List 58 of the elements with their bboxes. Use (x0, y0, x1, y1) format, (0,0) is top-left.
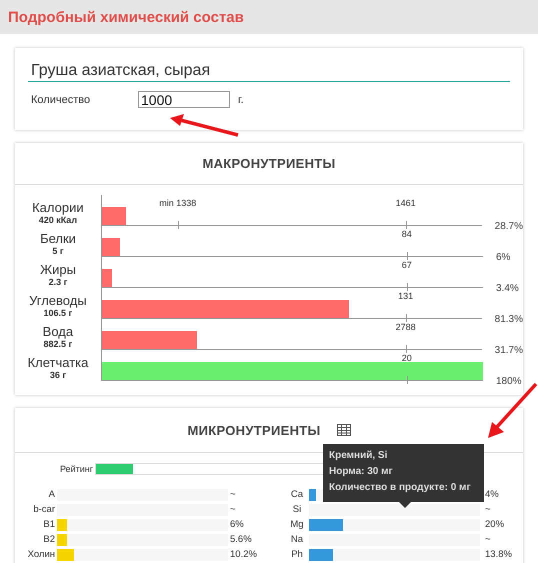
tooltip-text: Норма: 30 мг (329, 465, 394, 478)
arrow-drawing (168, 114, 240, 138)
section-title: МАКРОНУТРИЕНТЫ (202, 156, 336, 171)
percent-value: 81.3% (494, 314, 523, 325)
quantity-input[interactable]: 1000 (138, 91, 230, 108)
percent-value: 5.6% (229, 534, 252, 545)
nutrient-amount: 5 г (52, 246, 64, 256)
nutrient-name: Углеводы (29, 294, 87, 308)
norm-value: 84 (402, 229, 412, 239)
nutrient-name: Si (292, 504, 302, 515)
percent-value: ~ (229, 489, 236, 500)
nutrient-amount: 882.5 г (43, 339, 72, 349)
nutrient-amount: 420 кКал (38, 215, 78, 225)
nutrient-amount: 36 г (50, 370, 66, 380)
nutrient-name: Mg (289, 519, 305, 530)
min-label: min 1338 (159, 198, 196, 208)
nutrient-name: Белки (40, 232, 76, 246)
percent-value: 6% (495, 252, 510, 263)
percent-value: ~ (484, 534, 491, 545)
percent-value: 6% (229, 519, 244, 530)
table-icon[interactable] (336, 424, 351, 436)
tooltip-text: Кремний, Si (329, 449, 388, 462)
nutrient-name: Вода (42, 325, 74, 339)
nutrient-name: Клетчатка (28, 356, 88, 370)
norm-value: 20 (402, 353, 412, 363)
nutrient-name: Калории (32, 201, 84, 215)
percent-value: 28.7% (494, 221, 523, 232)
nutrient-amount: 106.5 г (43, 308, 72, 318)
norm-value: 131 (398, 291, 414, 301)
nutrient-name: Холин (26, 549, 55, 560)
tooltip-text: Количество в продукте: 0 мг (329, 481, 472, 494)
nutrient-name: Ph (290, 549, 304, 560)
product-name-field[interactable]: Груша азиатская, сырая (28, 60, 510, 82)
norm-value: 67 (402, 260, 412, 270)
percent-value: 4% (484, 489, 499, 500)
percent-value: 180% (495, 376, 522, 387)
nutrient-name: Жиры (40, 263, 76, 277)
nutrient-name: A (48, 489, 55, 500)
norm-value: 1461 (396, 198, 416, 208)
nutrient-amount: 2.3 г (48, 277, 68, 287)
percent-value: 13.8% (484, 549, 512, 560)
nutrient-name: B1 (42, 519, 55, 530)
percent-value: 3.4% (495, 283, 519, 294)
rating-label: Рейтинг (58, 464, 93, 474)
quantity-label: Количество (30, 94, 92, 106)
percent-value: ~ (229, 504, 236, 515)
unit-label: г. (238, 94, 244, 106)
percent-value: 20% (484, 519, 504, 530)
percent-value: 31.7% (494, 345, 523, 356)
percent-value: 10.2% (229, 549, 257, 560)
nutrient-name: B2 (42, 534, 55, 545)
dialog-title: Подробный химический состав (8, 8, 244, 26)
percent-value: ~ (484, 504, 491, 515)
nutrient-name: Ca (290, 489, 304, 500)
nutrient-name: b-car (32, 504, 55, 515)
nutrient-name: Na (290, 534, 304, 545)
norm-value: 2788 (396, 322, 416, 332)
section-title: МИКРОНУТРИЕНТЫ (187, 422, 321, 438)
